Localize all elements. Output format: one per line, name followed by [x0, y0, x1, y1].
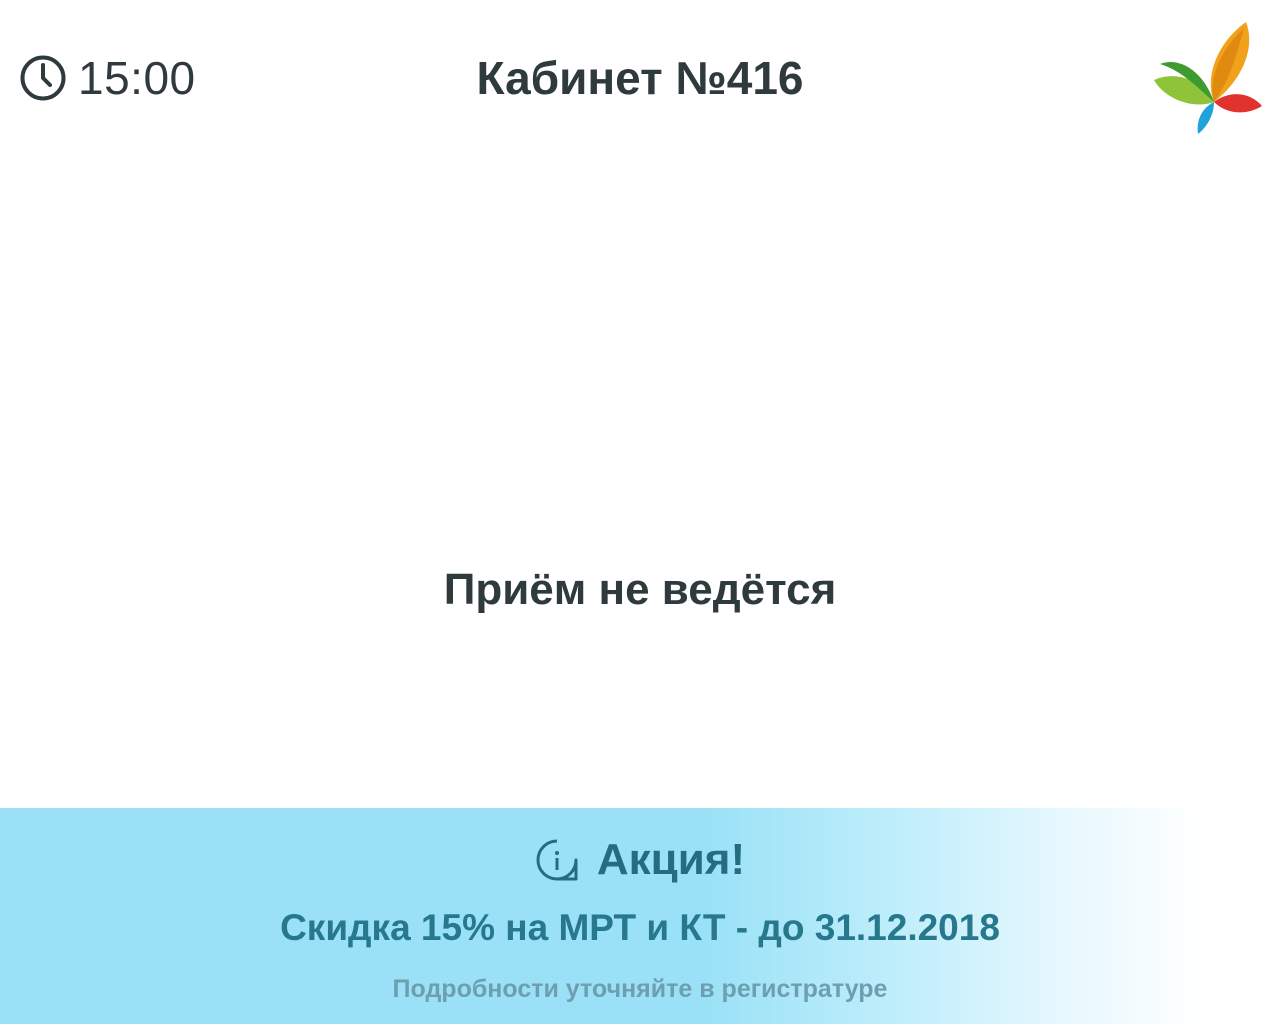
- promo-heading: Акция!: [0, 832, 1280, 888]
- promo-note: Подробности уточняйте в регистратуре: [392, 975, 888, 1003]
- room-title: Кабинет №416: [476, 52, 804, 104]
- clinic-logo-leaves: [1154, 22, 1262, 134]
- promo-title: Акция!: [596, 835, 746, 884]
- promo-banner: Акция! Скидка 15% на МРТ и КТ - до 31.12…: [0, 808, 1280, 1024]
- info-icon: [536, 839, 578, 881]
- status-message: Приём не ведётся: [443, 565, 837, 614]
- promo-text: Скидка 15% на МРТ и КТ - до 31.12.2018: [280, 907, 1000, 948]
- header: 15:00 Кабинет №416: [0, 0, 1280, 150]
